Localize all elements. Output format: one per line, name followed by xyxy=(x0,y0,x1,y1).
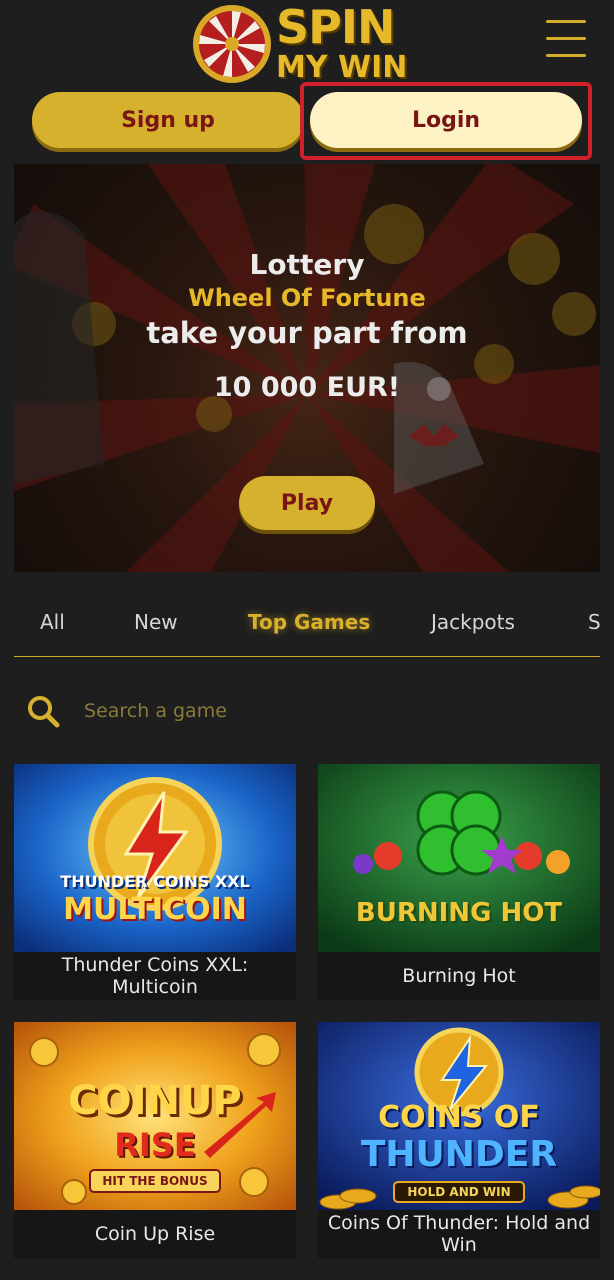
wheel-logo-icon xyxy=(193,5,271,83)
category-tabs: All New Top Games Jackpots S xyxy=(14,596,614,658)
tab-new[interactable]: New xyxy=(134,610,178,634)
tab-jackpots[interactable]: Jackpots xyxy=(431,610,515,634)
art-title-line1: COINS OF xyxy=(378,1100,540,1135)
banner-amount: 10 000 EUR! xyxy=(213,372,401,403)
game-title: Coins Of Thunder: Hold and Win xyxy=(318,1210,600,1258)
search-icon[interactable] xyxy=(26,694,60,728)
game-card[interactable]: COINUP RISE HIT THE BONUS Coin Up Rise xyxy=(14,1022,296,1258)
game-title: Burning Hot xyxy=(318,952,600,1000)
art-title-line3: HIT THE BONUS xyxy=(102,1174,208,1188)
game-card[interactable]: THUNDER COINS XXL MULTICOIN Thunder Coin… xyxy=(14,764,296,1000)
login-button[interactable]: Login xyxy=(310,92,582,148)
header: SPIN MY WIN xyxy=(0,0,614,90)
art-title-line1: COINUP xyxy=(68,1078,242,1124)
art-title-line2: MULTICOIN xyxy=(63,892,247,927)
banner-subtitle: Wheel Of Fortune xyxy=(188,284,426,312)
art-title-line2: THUNDER xyxy=(360,1134,558,1175)
art-title-line1: BURNING HOT xyxy=(355,898,563,928)
game-thumbnail[interactable]: COINUP RISE HIT THE BONUS xyxy=(14,1022,296,1210)
logo-text-mywin: MY WIN xyxy=(276,50,408,84)
game-thumbnail[interactable]: COINS OF THUNDER HOLD AND WIN xyxy=(318,1022,600,1210)
logo[interactable]: SPIN MY WIN xyxy=(190,0,430,86)
art-title-line3: HOLD AND WIN xyxy=(407,1185,511,1199)
game-card[interactable]: COINS OF THUNDER HOLD AND WIN Coins Of T… xyxy=(318,1022,600,1258)
tabs-divider xyxy=(14,656,600,657)
game-search[interactable] xyxy=(14,684,600,738)
signup-button[interactable]: Sign up xyxy=(32,92,304,148)
tab-top-games[interactable]: Top Games xyxy=(248,610,370,634)
banner-tagline: take your part from xyxy=(146,316,468,350)
menu-bar xyxy=(546,54,586,57)
game-title: Coin Up Rise xyxy=(14,1210,296,1258)
banner-title: Lottery xyxy=(249,248,365,281)
art-title-line2: RISE xyxy=(114,1126,196,1164)
search-input[interactable] xyxy=(84,692,584,730)
logo-text-spin: SPIN xyxy=(276,0,395,54)
tab-s[interactable]: S xyxy=(588,610,601,634)
tab-all[interactable]: All xyxy=(40,610,65,634)
game-title: Thunder Coins XXL: Multicoin xyxy=(14,952,296,1000)
hamburger-menu-icon[interactable] xyxy=(546,20,586,64)
art-title-line1: THUNDER COINS XXL xyxy=(60,872,250,891)
menu-bar xyxy=(546,37,586,40)
play-button[interactable]: Play xyxy=(239,476,375,530)
game-thumbnail[interactable]: BURNING HOT xyxy=(318,764,600,952)
game-card[interactable]: BURNING HOT Burning Hot xyxy=(318,764,600,1000)
promo-banner[interactable]: Lottery Wheel Of Fortune take your part … xyxy=(14,164,600,572)
menu-bar xyxy=(546,20,586,23)
game-thumbnail[interactable]: THUNDER COINS XXL MULTICOIN xyxy=(14,764,296,952)
